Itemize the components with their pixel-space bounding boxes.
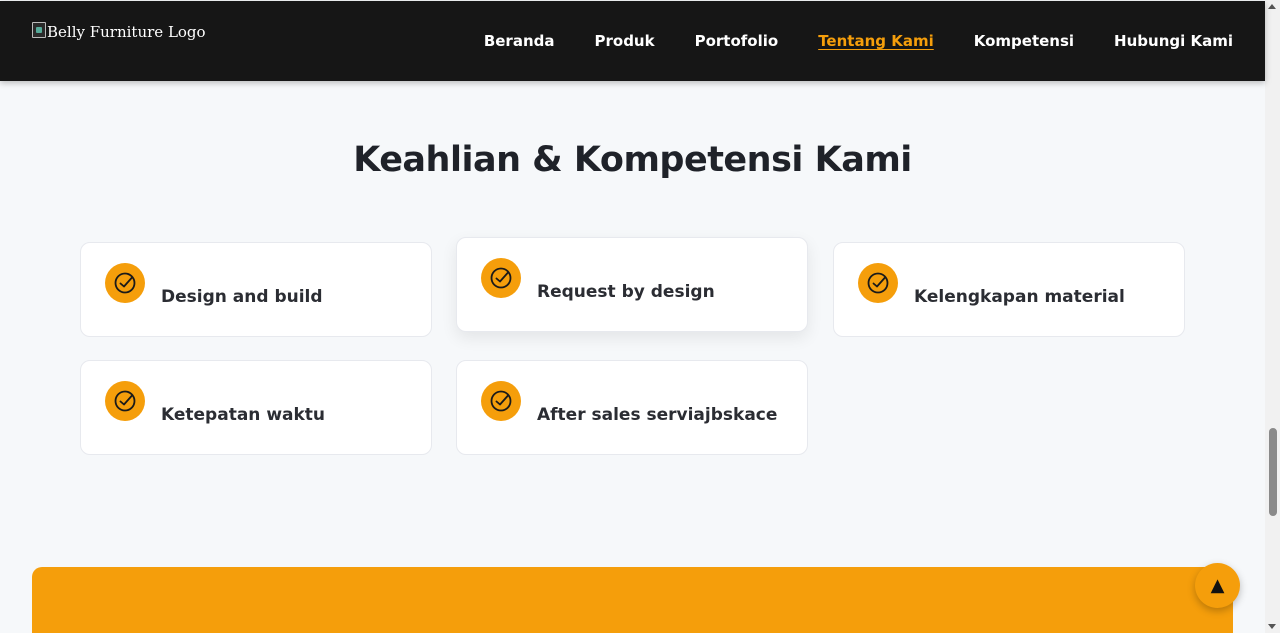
check-circle-icon: [105, 381, 145, 421]
check-circle-icon: [105, 263, 145, 303]
competency-card: Request by design: [456, 237, 808, 332]
check-circle-icon: [481, 381, 521, 421]
broken-image-icon: [32, 22, 46, 38]
nav-link-portofolio[interactable]: Portofolio: [695, 32, 779, 50]
competency-label: Request by design: [537, 281, 715, 302]
logo-alt-text: Belly Furniture Logo: [47, 23, 206, 41]
competency-label: After sales serviajbskace: [537, 404, 778, 425]
logo[interactable]: Belly Furniture Logo: [32, 21, 206, 61]
competency-card: Ketepatan waktu: [80, 360, 432, 455]
check-circle-icon: [858, 263, 898, 303]
competency-label: Kelengkapan material: [914, 286, 1125, 307]
nav-link-tentang-kami[interactable]: Tentang Kami: [818, 32, 934, 50]
competency-card: After sales serviajbskace: [456, 360, 808, 455]
nav-link-produk[interactable]: Produk: [595, 32, 655, 50]
scroll-up-arrow-icon[interactable]: [1268, 4, 1276, 9]
vertical-scrollbar[interactable]: [1265, 0, 1280, 633]
competency-card: Design and build: [80, 242, 432, 337]
arrow-up-icon: ▲: [1210, 575, 1225, 596]
scroll-to-top-button[interactable]: ▲: [1195, 563, 1240, 608]
cta-banner: [32, 567, 1233, 633]
nav-link-hubungi-kami[interactable]: Hubungi Kami: [1114, 32, 1233, 50]
nav-link-beranda[interactable]: Beranda: [484, 32, 555, 50]
competency-label: Ketepatan waktu: [161, 404, 326, 425]
competency-card: Kelengkapan material: [833, 242, 1185, 337]
navbar: Belly Furniture Logo Beranda Produk Port…: [0, 1, 1265, 81]
nav-link-kompetensi[interactable]: Kompetensi: [974, 32, 1074, 50]
main-nav: Beranda Produk Portofolio Tentang Kami K…: [484, 32, 1233, 50]
section-title: Keahlian & Kompetensi Kami: [353, 140, 912, 180]
competency-label: Design and build: [161, 286, 323, 307]
check-circle-icon: [481, 258, 521, 298]
scrollbar-thumb[interactable]: [1269, 428, 1277, 516]
scroll-down-arrow-icon[interactable]: [1268, 624, 1276, 629]
